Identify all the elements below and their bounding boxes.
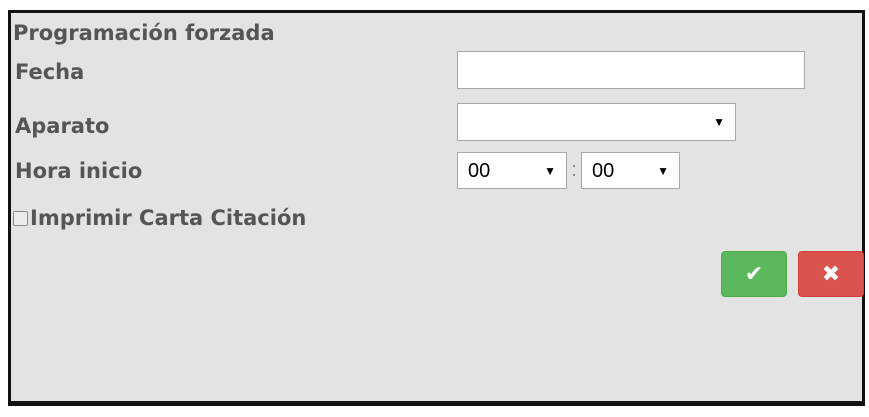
- dialog-title: Programación forzada: [13, 21, 275, 45]
- dropdown-arrow-icon: ▼: [713, 115, 725, 129]
- imprimir-carta-label[interactable]: Imprimir Carta Citación: [30, 206, 306, 230]
- forced-scheduling-dialog: Programación forzada Fecha Aparato ▼ Hor…: [8, 10, 865, 406]
- fecha-input[interactable]: [457, 51, 805, 89]
- imprimir-carta-checkbox[interactable]: [13, 210, 28, 226]
- close-icon: ✖: [821, 261, 841, 287]
- dropdown-arrow-icon: ▼: [657, 163, 669, 178]
- imprimir-carta-option: Imprimir Carta Citación: [13, 205, 306, 231]
- hour-select-value: 00: [468, 159, 491, 182]
- minute-select-value: 00: [592, 159, 615, 182]
- hour-select[interactable]: 00 ▼: [457, 152, 567, 189]
- minute-select[interactable]: 00 ▼: [581, 152, 680, 189]
- confirm-button[interactable]: ✔: [721, 251, 787, 297]
- aparato-label: Aparato: [15, 114, 110, 138]
- hora-inicio-label: Hora inicio: [15, 159, 143, 183]
- time-separator: :: [571, 159, 577, 181]
- fecha-label: Fecha: [15, 60, 85, 84]
- dropdown-arrow-icon: ▼: [544, 163, 556, 178]
- aparato-select[interactable]: ▼: [457, 103, 736, 141]
- check-icon: ✔: [744, 261, 764, 287]
- cancel-button[interactable]: ✖: [798, 251, 864, 297]
